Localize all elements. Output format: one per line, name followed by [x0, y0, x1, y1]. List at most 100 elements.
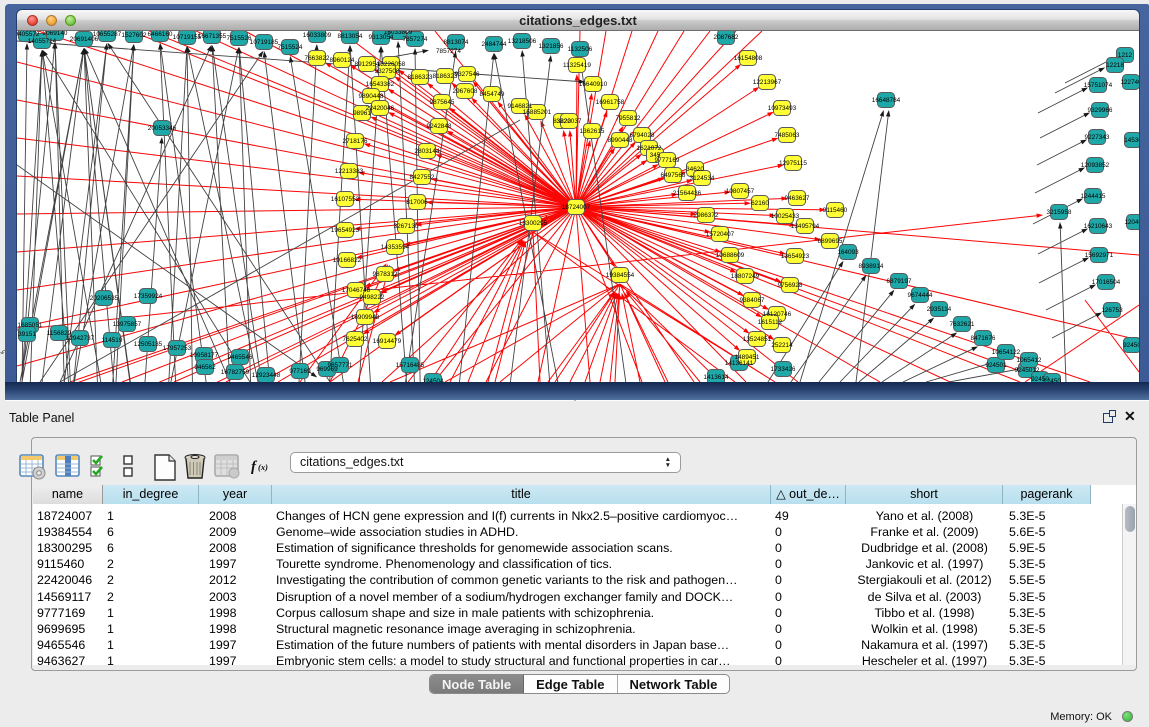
svg-text:9498222: 9498222 — [360, 294, 385, 301]
svg-text:20206535: 20206535 — [90, 295, 119, 302]
svg-text:6879197: 6879197 — [887, 278, 912, 285]
svg-text:1212: 1212 — [1118, 52, 1133, 59]
svg-text:164093: 164093 — [837, 249, 859, 256]
svg-text:1621072: 1621072 — [637, 145, 662, 152]
svg-text:10688609: 10688609 — [716, 252, 745, 259]
svg-text:977169: 977169 — [289, 368, 311, 375]
svg-text:12975115: 12975115 — [779, 160, 807, 167]
svg-text:13654923: 13654923 — [781, 253, 810, 260]
svg-text:9327546: 9327546 — [455, 71, 480, 78]
svg-text:9777169: 9777169 — [655, 157, 680, 164]
svg-text:16782759: 16782759 — [221, 369, 250, 376]
svg-text:14136141: 14136141 — [725, 360, 754, 367]
svg-text:9327508: 9327508 — [375, 68, 400, 75]
svg-text:16210643: 16210643 — [1084, 223, 1113, 230]
svg-text:11325419: 11325419 — [563, 62, 591, 69]
svg-text:10958177: 10958177 — [190, 352, 219, 359]
svg-text:2986372: 2986372 — [694, 212, 719, 219]
svg-text:9857771: 9857771 — [328, 362, 353, 369]
svg-text:10973493: 10973493 — [768, 105, 797, 112]
svg-text:1685051: 1685051 — [18, 322, 43, 329]
svg-text:16914479: 16914479 — [373, 338, 402, 345]
svg-text:16154808: 16154808 — [734, 55, 763, 62]
svg-text:9465546: 9465546 — [228, 354, 253, 361]
svg-text:10025433: 10025433 — [771, 213, 800, 220]
svg-text:12093852: 12093852 — [1081, 162, 1110, 169]
svg-text:16961758: 16961758 — [596, 99, 625, 106]
svg-text:17016504: 17016504 — [1092, 279, 1121, 286]
svg-text:9756928: 9756928 — [778, 282, 803, 289]
svg-text:9875645: 9875645 — [430, 99, 455, 106]
svg-text:16033809: 16033809 — [303, 32, 332, 39]
svg-text:92450: 92450 — [1123, 342, 1139, 349]
svg-text:16640910: 16640910 — [579, 81, 608, 88]
svg-text:12213967: 12213967 — [753, 79, 782, 86]
svg-text:7857274: 7857274 — [403, 36, 428, 43]
svg-text:126753: 126753 — [1101, 307, 1123, 314]
svg-text:9227343: 9227343 — [1085, 134, 1110, 141]
svg-text:12923448: 12923448 — [252, 372, 281, 379]
svg-text:34620: 34620 — [686, 166, 704, 173]
svg-text:7857274: 7857274 — [436, 48, 461, 55]
svg-text:122740: 122740 — [1120, 79, 1139, 86]
svg-text:1733426: 1733426 — [771, 366, 796, 373]
svg-text:10719185: 10719185 — [250, 39, 279, 46]
svg-text:2718176: 2718176 — [343, 138, 368, 145]
svg-text:9115460: 9115460 — [823, 207, 848, 214]
svg-text:1362615: 1362615 — [580, 128, 605, 135]
svg-text:924501: 924501 — [985, 362, 1007, 369]
svg-text:2935114: 2935114 — [927, 306, 952, 313]
svg-text:13524851: 13524851 — [743, 336, 772, 343]
svg-text:1527602: 1527602 — [122, 32, 147, 39]
svg-text:8938914: 8938914 — [859, 263, 884, 270]
svg-text:(x): (x) — [258, 462, 268, 472]
svg-text:20053346: 20053346 — [148, 125, 177, 132]
svg-text:3215958: 3215958 — [1047, 209, 1072, 216]
svg-text:7625402: 7625402 — [343, 336, 368, 343]
svg-text:8813074: 8813074 — [444, 39, 469, 46]
svg-text:1244415: 1244415 — [1081, 193, 1106, 200]
svg-text:18807249: 18807249 — [731, 273, 760, 280]
svg-text:17957253: 17957253 — [163, 345, 192, 352]
svg-text:2803144: 2803144 — [415, 148, 440, 155]
svg-text:7955812: 7955812 — [616, 115, 641, 122]
svg-text:39151: 39151 — [18, 331, 36, 338]
svg-text:6497568: 6497568 — [661, 172, 686, 179]
svg-text:8454749: 8454749 — [480, 91, 505, 98]
svg-text:1489451: 1489451 — [735, 354, 760, 361]
svg-text:15720407: 15720407 — [706, 231, 735, 238]
svg-text:9463627: 9463627 — [785, 195, 810, 202]
svg-text:13495794: 13495794 — [791, 223, 820, 230]
svg-text:8960124: 8960124 — [330, 57, 355, 64]
svg-text:9890448: 9890448 — [359, 93, 384, 100]
svg-text:9245012: 9245012 — [1015, 367, 1040, 374]
svg-text:13975857: 13975857 — [113, 321, 142, 328]
svg-text:1132506: 1132506 — [568, 46, 593, 53]
svg-text:7485063: 7485063 — [775, 132, 800, 139]
svg-text:817006: 817006 — [406, 199, 428, 206]
svg-text:22420046: 22420046 — [366, 105, 395, 112]
svg-text:6794028: 6794028 — [630, 132, 655, 139]
svg-text:17359924: 17359924 — [134, 293, 163, 300]
svg-text:19166822: 19166822 — [333, 257, 362, 264]
svg-text:19384554: 19384554 — [606, 272, 635, 279]
svg-text:12942737: 12942737 — [66, 335, 95, 342]
svg-text:15885201: 15885201 — [523, 109, 552, 116]
svg-text:14353594: 14353594 — [381, 244, 410, 251]
svg-text:19654923: 19654923 — [331, 227, 360, 234]
svg-text:252214: 252214 — [771, 342, 793, 349]
svg-text:9384067: 9384067 — [740, 297, 765, 304]
svg-text:1321856: 1321856 — [539, 43, 564, 50]
svg-text:9329966: 9329966 — [1088, 107, 1113, 114]
svg-text:12505135: 12505135 — [134, 341, 163, 348]
svg-text:946562: 946562 — [194, 364, 216, 371]
svg-text:f: f — [251, 459, 258, 475]
svg-text:18724007: 18724007 — [562, 204, 591, 211]
svg-text:16107552: 16107552 — [331, 196, 360, 203]
svg-text:7515526: 7515526 — [227, 35, 252, 42]
svg-text:16648784: 16648784 — [872, 97, 901, 104]
svg-text:6899695: 6899695 — [818, 238, 843, 245]
svg-text:16909948: 16909948 — [351, 314, 380, 321]
svg-text:18300295: 18300295 — [519, 220, 548, 227]
svg-text:1615112: 1615112 — [758, 319, 783, 326]
